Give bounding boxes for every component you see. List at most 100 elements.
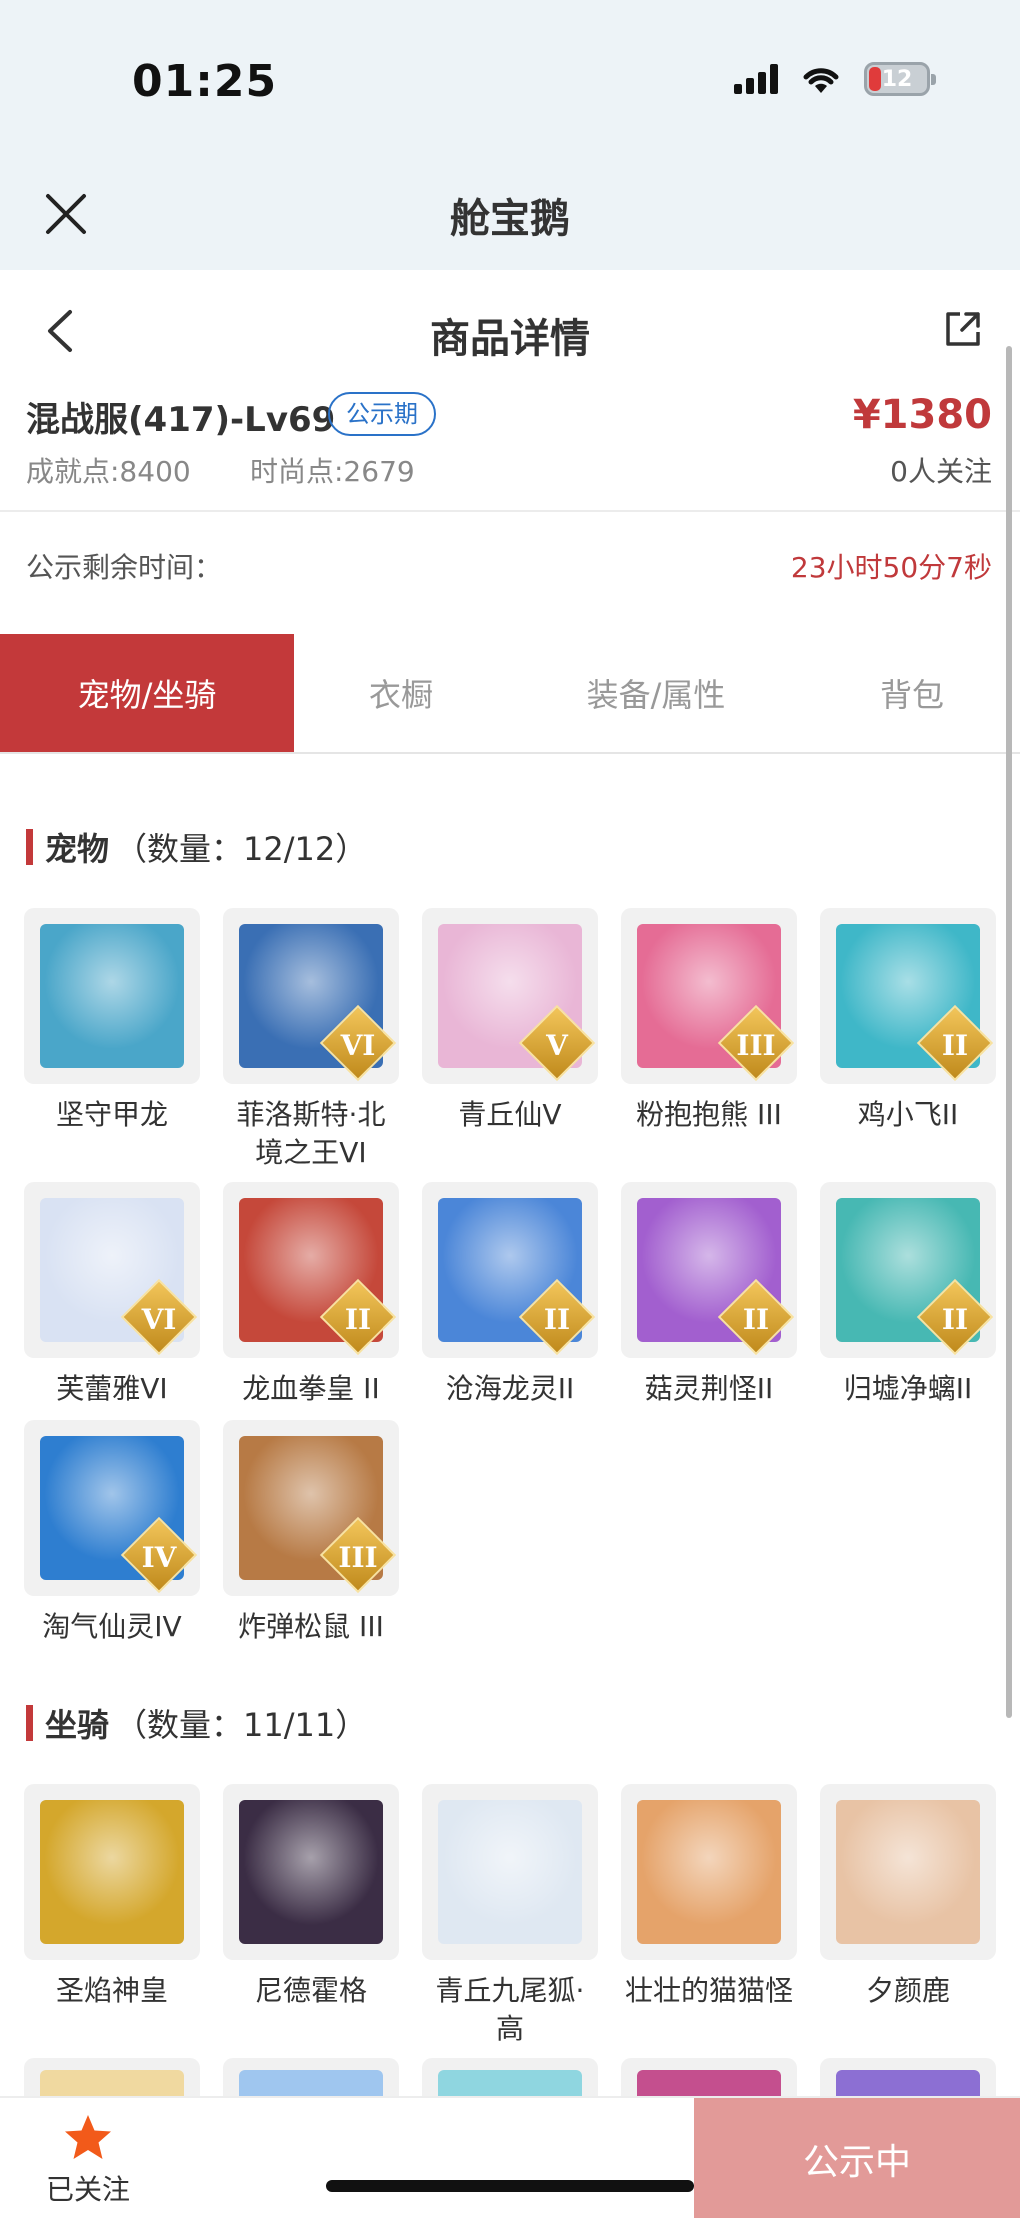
list-item[interactable]: VI 菲洛斯特·北境之王VI [223, 908, 399, 1172]
section-title: 宠物 [45, 830, 110, 868]
item-name: 沧海龙灵II [445, 1372, 575, 1405]
list-item[interactable]: II 菇灵荆怪II [621, 1182, 797, 1408]
public-status-button[interactable]: 公示中 [694, 2098, 1020, 2218]
section-title: 坐骑 [45, 1706, 110, 1744]
tier-label: VI [340, 1029, 376, 1062]
product-info: 混战服(417)-Lv69 公示期 ¥1380 成就点:8400 时尚点:267… [0, 388, 1020, 510]
item-thumbnail [820, 1784, 996, 1960]
list-item[interactable]: 坚守甲龙 [24, 908, 200, 1134]
item-name: 青丘仙V [458, 1098, 562, 1131]
item-image [239, 1800, 383, 1944]
item-name: 龙血拳皇 II [242, 1372, 380, 1405]
item-name: 归墟净螭II [843, 1372, 973, 1405]
pets-section-header: 宠物 （数量：12/12） [26, 824, 367, 870]
list-item[interactable]: 夕颜鹿 [820, 1784, 996, 2010]
item-thumbnail [621, 1784, 797, 1960]
item-name: 粉抱抱熊 III [636, 1098, 782, 1131]
scrollbar[interactable] [1006, 346, 1012, 1718]
item-thumbnail [24, 1784, 200, 1960]
item-name: 菇灵荆怪II [644, 1372, 774, 1405]
tab-wardrobe[interactable]: 衣橱 [294, 634, 508, 752]
item-name: 圣焰神皇 [55, 1974, 168, 2007]
item-thumbnail [422, 1784, 598, 1960]
list-item[interactable]: 青丘九尾狐·高 [422, 1784, 598, 2048]
battery-level: 12 [881, 66, 913, 92]
tier-label: IV [141, 1541, 177, 1574]
list-item[interactable] [621, 2058, 797, 2098]
share-icon[interactable] [942, 308, 984, 350]
item-name: 炸弹松鼠 III [238, 1610, 384, 1643]
divider [0, 510, 1020, 512]
list-item[interactable]: 壮壮的猫猫怪 [621, 1784, 797, 2010]
tier-label: II [543, 1303, 571, 1336]
item-image [438, 1800, 582, 1944]
item-name: 夕颜鹿 [865, 1974, 950, 2007]
tab-pets-mounts[interactable]: 宠物/坐骑 [0, 634, 294, 752]
item-thumbnail [24, 908, 200, 1084]
star-icon [65, 2115, 111, 2159]
item-thumbnail: III [223, 1420, 399, 1596]
list-item[interactable]: V 青丘仙V [422, 908, 598, 1134]
item-name: 壮壮的猫猫怪 [624, 1974, 793, 2007]
list-item[interactable]: II 鸡小飞II [820, 908, 996, 1134]
remaining-time-label: 公示剩余时间： [26, 551, 223, 584]
list-item[interactable]: II 归墟净螭II [820, 1182, 996, 1408]
item-thumbnail: V [422, 908, 598, 1084]
achievement-points: 成就点:8400 [26, 455, 191, 488]
tab-bar: 宠物/坐骑 衣橱 装备/属性 背包 [0, 634, 1020, 754]
item-image [40, 924, 184, 1068]
item-thumbnail [223, 1784, 399, 1960]
remaining-time-value: 23小时50分7秒 [790, 551, 992, 584]
follower-count: 0人关注 [890, 455, 992, 488]
item-thumbnail: II [820, 908, 996, 1084]
list-item[interactable]: II 沧海龙灵II [422, 1182, 598, 1408]
list-item[interactable]: II 龙血拳皇 II [223, 1182, 399, 1408]
item-image [40, 1800, 184, 1944]
tier-label: V [546, 1029, 568, 1062]
tier-label: III [736, 1029, 776, 1062]
tab-backpack[interactable]: 背包 [804, 634, 1020, 752]
list-item[interactable] [24, 2058, 200, 2098]
item-thumbnail: II [223, 1182, 399, 1358]
section-accent-bar [26, 1705, 33, 1741]
list-item[interactable]: III 粉抱抱熊 III [621, 908, 797, 1134]
item-name: 青丘九尾狐·高 [435, 1974, 585, 2045]
item-name: 芙蕾雅VI [56, 1372, 168, 1405]
list-item[interactable] [422, 2058, 598, 2098]
item-thumbnail: II [820, 1182, 996, 1358]
home-indicator [326, 2180, 694, 2192]
item-thumbnail: VI [24, 1182, 200, 1358]
item-thumbnail: III [621, 908, 797, 1084]
tier-label: VI [141, 1303, 177, 1336]
item-name: 坚守甲龙 [55, 1098, 168, 1131]
mounts-section-header: 坐骑 （数量：11/11） [26, 1700, 367, 1746]
tier-label: II [344, 1303, 372, 1336]
list-item[interactable]: 尼德霍格 [223, 1784, 399, 2010]
price: ¥1380 [852, 392, 992, 438]
item-thumbnail: IV [24, 1420, 200, 1596]
item-thumbnail: II [422, 1182, 598, 1358]
list-item[interactable]: III 炸弹松鼠 III [223, 1420, 399, 1646]
list-item[interactable]: 圣焰神皇 [24, 1784, 200, 2010]
status-icons: 12 [734, 62, 936, 96]
app-title: 舱宝鹅 [450, 196, 570, 242]
item-name: 菲洛斯特·北境之王VI [236, 1098, 386, 1169]
tier-label: II [941, 1029, 969, 1062]
list-item[interactable]: IV 淘气仙灵IV [24, 1420, 200, 1646]
list-item[interactable] [223, 2058, 399, 2098]
fashion-points: 时尚点:2679 [250, 455, 415, 488]
item-image [836, 1800, 980, 1944]
item-image [637, 1800, 781, 1944]
tab-equipment[interactable]: 装备/属性 [508, 634, 804, 752]
item-thumbnail: II [621, 1182, 797, 1358]
list-item[interactable]: VI 芙蕾雅VI [24, 1182, 200, 1408]
follow-label: 已关注 [45, 2173, 130, 2206]
item-thumbnail: VI [223, 908, 399, 1084]
tier-label: II [742, 1303, 770, 1336]
page-title: 商品详情 [430, 316, 590, 362]
section-count: （数量：11/11） [115, 1706, 368, 1744]
app-header: 01:25 12 舱宝鹅 [0, 0, 1020, 270]
list-item[interactable] [820, 2058, 996, 2098]
item-name: 鸡小飞II [857, 1098, 959, 1131]
follow-button[interactable]: 已关注 [0, 2098, 176, 2218]
